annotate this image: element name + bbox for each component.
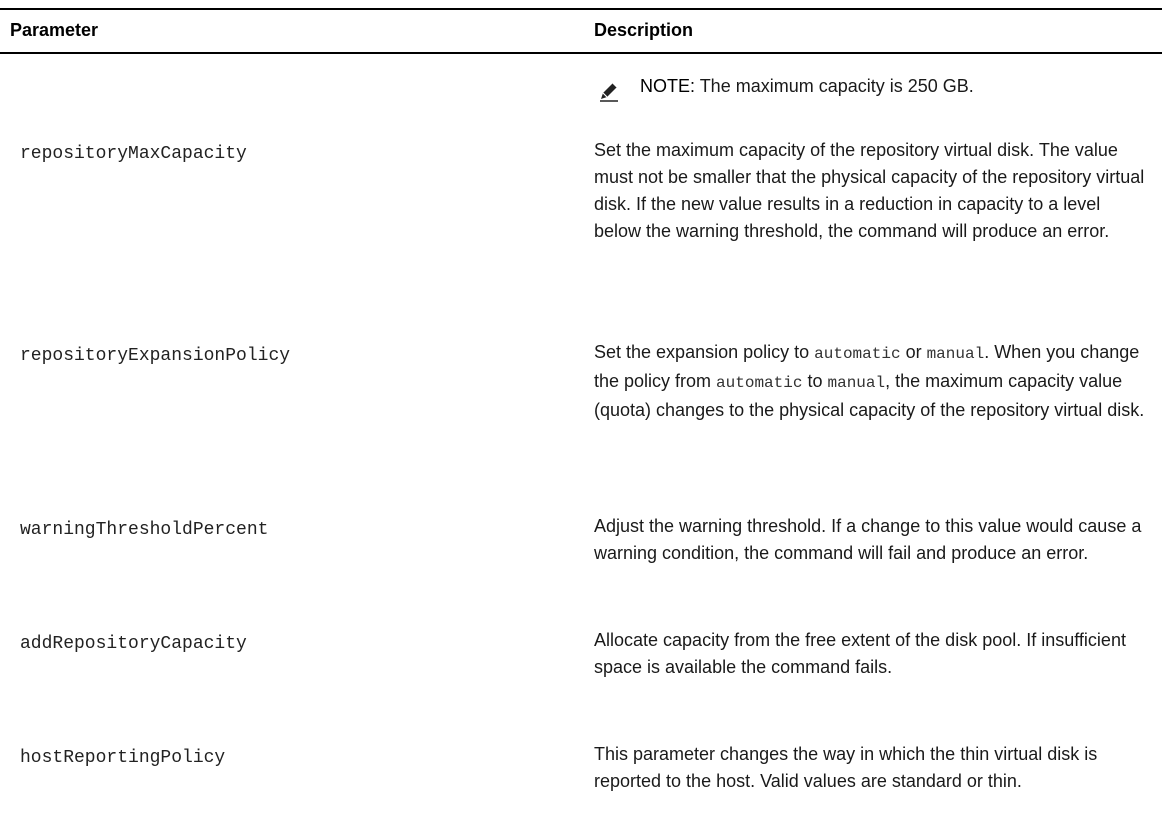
code-manual: manual [827, 374, 886, 392]
desc-text: or [900, 342, 927, 362]
pencil-note-icon [600, 82, 618, 102]
code-automatic: automatic [814, 345, 901, 363]
param-name: addRepositoryCapacity [20, 634, 247, 654]
param-name: repositoryMaxCapacity [20, 144, 247, 164]
header-description: Description [594, 20, 694, 40]
desc-text: Set the expansion policy to [594, 342, 815, 362]
param-description: Adjust the warning threshold. If a chang… [594, 516, 1142, 563]
param-name: repositoryExpansionPolicy [20, 346, 291, 366]
code-automatic: automatic [716, 374, 803, 392]
header-rule [0, 52, 1162, 54]
param-name: warningThresholdPercent [20, 520, 269, 540]
desc-text: to [802, 371, 828, 391]
param-description: Allocate capacity from the free extent o… [594, 630, 1126, 677]
code-manual: manual [926, 345, 985, 363]
param-description: Set the maximum capacity of the reposito… [594, 140, 1145, 241]
note-text: NOTE: The maximum capacity is 250 GB. [640, 76, 974, 97]
note-body: The maximum capacity is 250 GB. [695, 76, 974, 96]
header-parameter: Parameter [10, 20, 99, 40]
param-description: Set the expansion policy to automatic or… [594, 339, 1149, 424]
note-label: NOTE: [640, 76, 696, 96]
table-top-rule [0, 8, 1162, 10]
param-description: This parameter changes the way in which … [594, 744, 1098, 791]
param-name: hostReportingPolicy [20, 748, 226, 768]
